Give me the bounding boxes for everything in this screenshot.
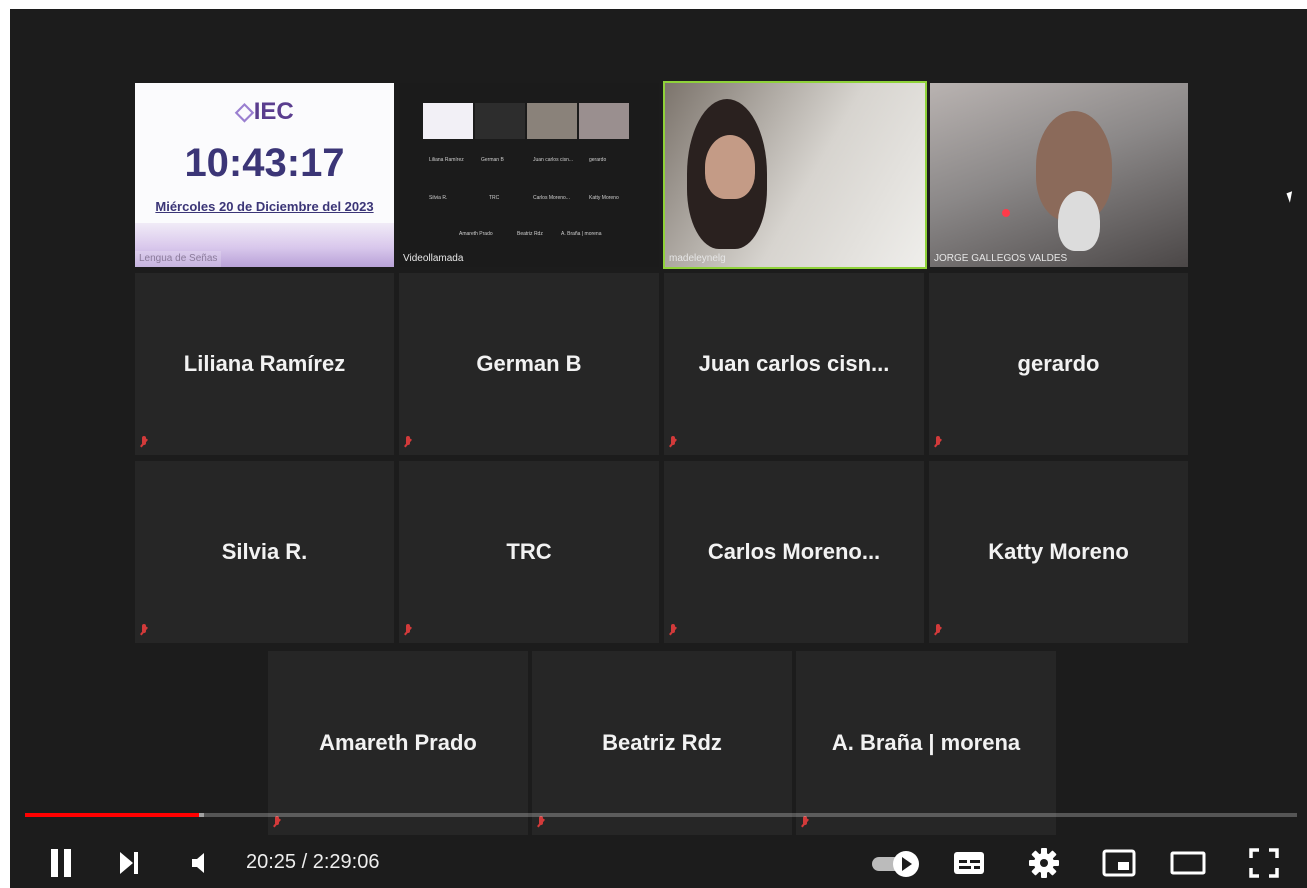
mini-camera-1 — [527, 103, 577, 139]
date-display: Miércoles 20 de Diciembre del 2023 — [155, 199, 374, 214]
participant-tile: German B — [399, 273, 659, 455]
muted-mic-icon — [669, 436, 677, 450]
autoplay-toggle[interactable] — [870, 845, 926, 881]
participant-name: Juan carlos cisn... — [698, 351, 890, 376]
fullscreen-button[interactable] — [1246, 845, 1282, 881]
participant-name: Carlos Moreno... — [707, 539, 881, 564]
miniplayer-button[interactable] — [1101, 845, 1137, 881]
clock-display: 10:43:17 — [184, 141, 345, 185]
mini-call — [475, 103, 525, 139]
progress-bar[interactable] — [25, 813, 1297, 817]
participant-tile: Beatriz Rdz — [532, 651, 792, 835]
mini-label: TRC — [489, 195, 500, 201]
participant-tile: Liliana Ramírez — [135, 273, 394, 455]
mini-screen-share — [423, 103, 473, 139]
tile-caption: Videollamada — [403, 253, 464, 264]
volume-button[interactable] — [186, 845, 216, 881]
gear-icon — [1029, 848, 1059, 878]
camera-tile-active-speaker: madeleynelg — [663, 81, 927, 269]
participant-tile: A. Braña | morena — [796, 651, 1056, 835]
mini-label: A. Braña | morena — [561, 231, 602, 237]
mini-label: Amareth Prado — [459, 231, 493, 237]
muted-mic-icon — [273, 816, 281, 830]
participant-name: German B — [476, 351, 582, 376]
participant-tile: TRC — [399, 461, 659, 643]
participant-beard — [1058, 191, 1100, 251]
theater-mode-icon — [1170, 851, 1206, 875]
next-button[interactable] — [114, 845, 144, 881]
tile-caption: Lengua de Señas — [135, 251, 222, 267]
iec-logo: ◇IEC — [235, 98, 294, 125]
participant-tile: Carlos Moreno... — [664, 461, 924, 643]
participant-name: Silvia R. — [221, 539, 308, 564]
participant-tile: gerardo — [929, 273, 1188, 455]
participant-name: gerardo — [1017, 351, 1100, 376]
participant-tile: Silvia R. — [135, 461, 394, 643]
pause-button[interactable] — [46, 845, 76, 881]
subtitles-icon — [954, 852, 984, 874]
camera-tile: JORGE GALLEGOS VALDES — [930, 83, 1188, 267]
time-separator: / — [301, 851, 308, 873]
microphone — [1002, 209, 1010, 217]
volume-icon — [192, 853, 204, 873]
duration: 2:29:06 — [312, 851, 380, 873]
mini-label: Silvia R. — [429, 195, 448, 201]
skip-next-icon — [120, 852, 138, 874]
muted-mic-icon — [934, 436, 942, 450]
muted-mic-icon — [404, 624, 412, 638]
mini-label: Juan carlos cisn... — [533, 157, 574, 163]
muted-mic-icon — [537, 816, 545, 830]
mini-label: Liliana Ramírez — [429, 157, 464, 163]
autoplay-toggle-icon — [872, 851, 919, 877]
mouse-cursor-icon — [1286, 191, 1296, 203]
mini-label: gerardo — [589, 157, 607, 163]
tile-caption: JORGE GALLEGOS VALDES — [934, 253, 1068, 264]
pause-icon — [51, 849, 71, 877]
theater-mode-button[interactable] — [1168, 845, 1208, 881]
video-player[interactable]: ◇IEC 10:43:17 Miércoles 20 de Diciembre … — [10, 9, 1307, 888]
participant-tile: Amareth Prado — [268, 651, 528, 835]
muted-mic-icon — [404, 436, 412, 450]
mini-label: German B — [481, 157, 504, 163]
participant-name: A. Braña | morena — [831, 730, 1021, 755]
participant-tile: Katty Moreno — [929, 461, 1188, 643]
screen-share-tile: ◇IEC 10:43:17 Miércoles 20 de Diciembre … — [135, 83, 394, 267]
muted-mic-icon — [934, 624, 942, 638]
subtitles-button[interactable] — [951, 845, 987, 881]
mini-label: Beatriz Rdz — [517, 231, 543, 237]
muted-mic-icon — [140, 436, 148, 450]
participant-face — [705, 135, 755, 199]
participant-name: TRC — [506, 539, 552, 564]
mini-camera-2 — [579, 103, 629, 139]
participant-name: Liliana Ramírez — [183, 351, 346, 376]
mini-label: Katty Moreno — [589, 195, 619, 201]
tile-caption: madeleynelg — [669, 253, 726, 264]
participant-tile: Juan carlos cisn... — [664, 273, 924, 455]
video-call-tile: Liliana Ramírez German B Juan carlos cis… — [399, 83, 659, 267]
mini-label: Carlos Moreno... — [533, 195, 570, 201]
miniplayer-icon — [1102, 849, 1136, 877]
settings-button[interactable] — [1026, 845, 1062, 881]
progress-played — [25, 813, 200, 817]
time-display: 20:25 / 2:29:06 — [246, 851, 379, 874]
muted-mic-icon — [669, 624, 677, 638]
participant-name: Beatriz Rdz — [602, 730, 722, 755]
muted-mic-icon — [140, 624, 148, 638]
participant-name: Katty Moreno — [988, 539, 1129, 564]
fullscreen-icon — [1249, 848, 1279, 878]
current-time: 20:25 — [246, 851, 297, 873]
participant-name: Amareth Prado — [319, 730, 477, 755]
muted-mic-icon — [801, 816, 809, 830]
